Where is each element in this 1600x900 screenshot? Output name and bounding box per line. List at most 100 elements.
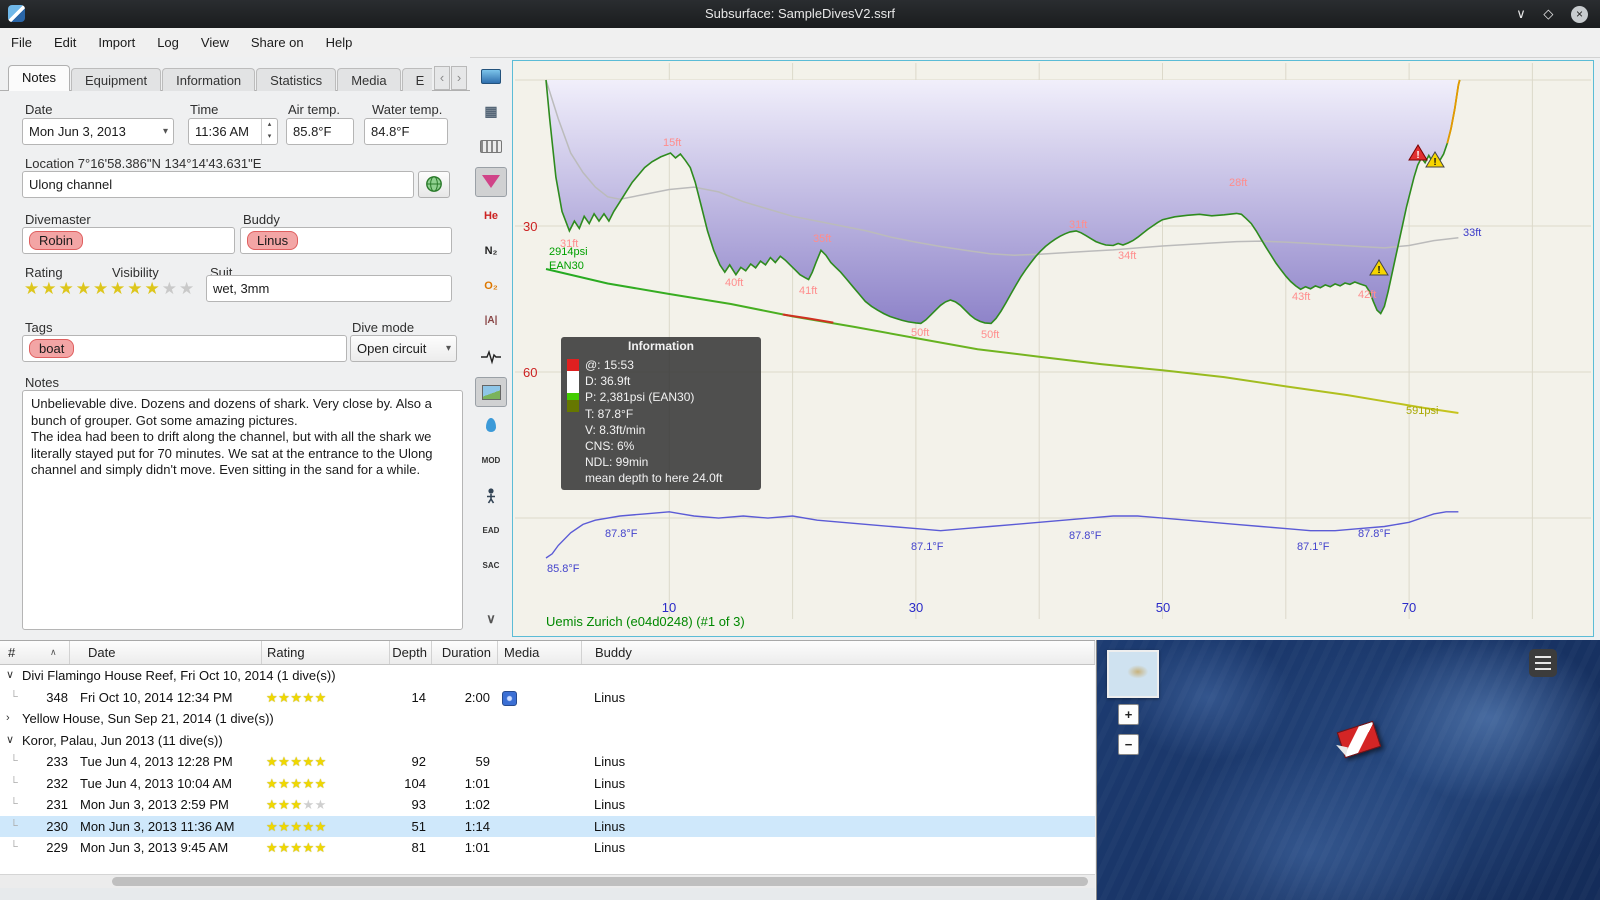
- tag-boat[interactable]: boat: [29, 339, 75, 358]
- divemaster-input[interactable]: Robin: [22, 227, 235, 254]
- menu-share-on[interactable]: Share on: [240, 28, 315, 57]
- time-input[interactable]: 11:36 AM ▴ ▾: [188, 118, 278, 145]
- column-header-depth[interactable]: Depth: [390, 641, 432, 664]
- dive-rating-stars: ★★★★★: [266, 840, 327, 855]
- buddy-input[interactable]: Linus: [240, 227, 452, 254]
- heartrate-icon[interactable]: [475, 342, 507, 372]
- rating-stars[interactable]: ★★★★★: [24, 279, 110, 299]
- shade-window-button[interactable]: ∨: [1516, 0, 1526, 28]
- dive-computer-label: Uemis Zurich (e04d0248) (#1 of 3): [546, 614, 745, 629]
- tags-input[interactable]: boat: [22, 335, 347, 362]
- suit-input[interactable]: wet, 3mm: [206, 275, 452, 302]
- svg-text:35ft: 35ft: [813, 233, 831, 245]
- dive-depth: 81: [411, 840, 426, 855]
- menu-import[interactable]: Import: [87, 28, 146, 57]
- location-input[interactable]: Ulong channel: [22, 171, 414, 198]
- horizontal-scrollbar[interactable]: [0, 874, 1095, 888]
- tab-scroll-right-button[interactable]: ›: [451, 66, 467, 90]
- flag-marker-tail: [1334, 744, 1348, 757]
- zoom-in-button[interactable]: +: [1118, 704, 1139, 725]
- ruler-icon[interactable]: [475, 132, 507, 162]
- column-header-buddy[interactable]: Buddy: [582, 641, 1095, 664]
- visibility-label: Visibility: [112, 265, 159, 280]
- trip-row[interactable]: ∨ Divi Flamingo House Reef, Fri Oct 10, 2…: [0, 665, 1095, 687]
- oxygen-graph-icon[interactable]: O₂: [475, 272, 507, 302]
- media-icon[interactable]: [502, 690, 517, 706]
- dive-row[interactable]: └ 230 Mon Jun 3, 2013 11:36 AM ★★★★★ 51 1:14 L…: [0, 815, 1095, 837]
- tab-information[interactable]: Information: [162, 68, 256, 91]
- divemaster-tag[interactable]: Robin: [29, 231, 83, 250]
- photos-icon[interactable]: [475, 377, 507, 407]
- dive-row[interactable]: └ 231 Mon Jun 3, 2013 2:59 PM ★★★★★ 93 1:02 Li…: [0, 794, 1095, 816]
- tab-statistics[interactable]: Statistics: [256, 68, 337, 91]
- dive-list-header: # ∧ Date Rating Depth Duration Media Buddy: [0, 641, 1095, 665]
- svg-text:!: !: [1377, 265, 1380, 276]
- close-window-button[interactable]: ×: [1571, 6, 1588, 24]
- buddy-tag[interactable]: Linus: [247, 231, 299, 250]
- menu-file[interactable]: File: [0, 28, 43, 57]
- tab-notes[interactable]: Notes: [8, 65, 70, 91]
- ead-icon[interactable]: EAD: [475, 517, 507, 547]
- dive-row[interactable]: └ 229 Mon Jun 3, 2013 9:45 AM ★★★★★ 81 1:01 Li…: [0, 837, 1095, 859]
- notes-panel: Notes Equipment Information Statistics Media…: [0, 57, 470, 640]
- tree-branch-icon: └: [10, 819, 18, 832]
- info-box-row: NDL: 99min: [585, 455, 649, 470]
- dive-profile-panel[interactable]: 31ft 15ft 40ft 41ft 35ft 50ft 50ft 31ft 34ft 28ft…: [512, 60, 1594, 637]
- column-header-media[interactable]: Media: [498, 641, 582, 664]
- toolbar-collapse-button[interactable]: ∨: [475, 605, 507, 635]
- expander-closed-icon[interactable]: ›: [6, 708, 10, 730]
- svg-text:50ft: 50ft: [911, 327, 929, 339]
- dive-computer-icon[interactable]: [475, 62, 507, 92]
- menu-help[interactable]: Help: [315, 28, 364, 57]
- svg-text:87.8°F: 87.8°F: [605, 528, 638, 540]
- star-filled-icon: ★: [127, 279, 145, 298]
- grid-icon[interactable]: ▦: [475, 97, 507, 127]
- ceiling-icon[interactable]: [475, 167, 507, 197]
- expander-open-icon[interactable]: ∨: [6, 665, 14, 687]
- dive-mode-select[interactable]: Open circuit ▾: [350, 335, 457, 362]
- tab-media[interactable]: Media: [337, 68, 401, 91]
- mod-icon[interactable]: MOD: [475, 447, 507, 477]
- star-filled-icon: ★: [110, 279, 128, 298]
- notes-textarea[interactable]: Unbelievable dive. Dozens and dozens of …: [22, 390, 463, 630]
- overview-minimap[interactable]: [1107, 650, 1159, 698]
- menu-view[interactable]: View: [190, 28, 240, 57]
- expander-open-icon[interactable]: ∨: [6, 730, 14, 752]
- column-header-num[interactable]: # ∧: [0, 641, 70, 664]
- menu-log[interactable]: Log: [146, 28, 190, 57]
- dive-row[interactable]: └ 348 Fri Oct 10, 2014 12:34 PM ★★★★★ 14 2:00…: [0, 687, 1095, 709]
- air-temp-input[interactable]: 85.8°F: [286, 118, 354, 145]
- menu-edit[interactable]: Edit: [43, 28, 87, 57]
- air-graph-icon[interactable]: |A|: [475, 307, 507, 337]
- maximize-window-button[interactable]: ◇: [1543, 0, 1553, 28]
- visibility-stars[interactable]: ★★★★★: [110, 279, 196, 299]
- dive-number: 232: [46, 775, 68, 791]
- column-header-date[interactable]: Date: [70, 641, 262, 664]
- dive-number: 233: [46, 754, 68, 769]
- dive-row[interactable]: └ 232 Tue Jun 4, 2013 10:04 AM ★★★★★ 104 1:01…: [0, 773, 1095, 795]
- tab-scroll-left-button[interactable]: ‹: [434, 66, 450, 90]
- sac-icon[interactable]: SAC: [475, 552, 507, 582]
- trip-row[interactable]: › Yellow House, Sun Sep 21, 2014 (1 dive(…: [0, 708, 1095, 730]
- tab-equipment[interactable]: Equipment: [70, 68, 162, 91]
- column-header-rating[interactable]: Rating: [262, 641, 390, 664]
- scrollbar-thumb[interactable]: [112, 877, 1088, 886]
- dive-row[interactable]: └ 233 Tue Jun 4, 2013 12:28 PM ★★★★★ 92 59 Lin…: [0, 751, 1095, 773]
- date-select[interactable]: Mon Jun 3, 2013 ▾: [22, 118, 174, 145]
- globe-button[interactable]: [418, 171, 450, 198]
- helium-graph-icon[interactable]: He: [475, 202, 507, 232]
- zoom-out-button[interactable]: −: [1118, 734, 1139, 755]
- tab-e[interactable]: E: [401, 68, 432, 91]
- time-spinner[interactable]: ▴ ▾: [261, 119, 277, 144]
- nitrogen-graph-icon[interactable]: N₂: [475, 237, 507, 267]
- map-menu-button[interactable]: [1529, 649, 1557, 677]
- dive-number: 348: [46, 689, 68, 705]
- gas-drop-icon[interactable]: [475, 412, 507, 442]
- deco-icon[interactable]: [475, 482, 507, 512]
- water-temp-input[interactable]: 84.8°F: [364, 118, 448, 145]
- column-header-duration[interactable]: Duration: [432, 641, 498, 664]
- trip-row[interactable]: ∨ Koror, Palau, Jun 2013 (11 dive(s)): [0, 730, 1095, 752]
- svg-text:42ft: 42ft: [1358, 289, 1376, 301]
- map-panel[interactable]: + −: [1096, 640, 1600, 900]
- svg-text:EAN30: EAN30: [549, 260, 584, 272]
